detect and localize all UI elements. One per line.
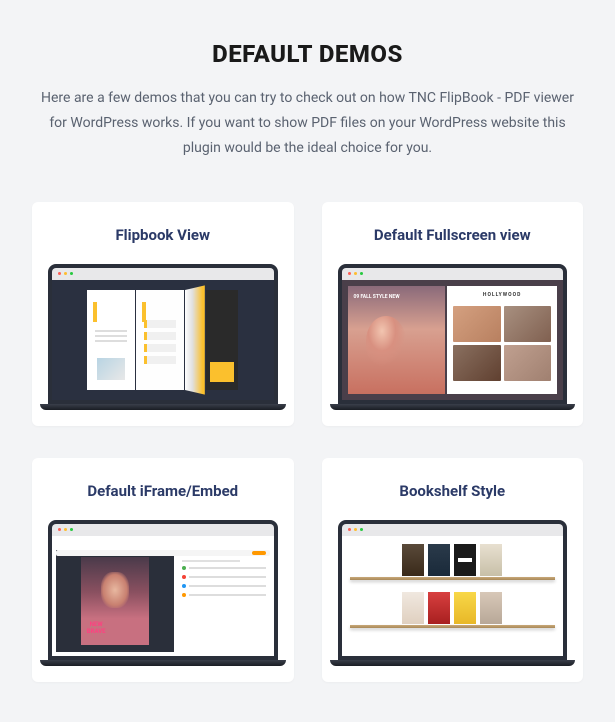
flipbook-left-page (87, 290, 135, 390)
address-bar (56, 550, 270, 556)
demo-card-bookshelf[interactable]: Bookshelf Style (322, 458, 584, 682)
book-item (402, 544, 424, 576)
flipbook-back-page (206, 290, 238, 390)
bookshelf-row (354, 592, 552, 624)
laptop-base (330, 660, 576, 666)
screen-content: 09 FALL STYLE NEW HOLLYWOOD (342, 280, 564, 400)
book-item (428, 544, 450, 576)
browser-chrome (342, 268, 564, 280)
screen-content: NEW BRAVE (52, 536, 274, 656)
traffic-light-max-icon (360, 272, 363, 275)
traffic-light-max-icon (70, 272, 73, 275)
bookshelf-row (354, 544, 552, 576)
laptop-screen (338, 520, 568, 660)
traffic-light-min-icon (64, 528, 67, 531)
magazine-right-page: HOLLYWOOD (447, 286, 557, 394)
demo-card-title: Default iFrame/Embed (48, 482, 278, 500)
traffic-light-min-icon (354, 272, 357, 275)
demo-card-flipbook[interactable]: Flipbook View (32, 202, 294, 426)
screen-content (52, 280, 274, 400)
embed-viewer: NEW BRAVE (56, 550, 174, 652)
demo-card-title: Default Fullscreen view (338, 226, 568, 244)
book-item (480, 544, 502, 576)
traffic-light-min-icon (354, 528, 357, 531)
traffic-light-max-icon (70, 528, 73, 531)
traffic-light-max-icon (360, 528, 363, 531)
shelf-plank (350, 625, 556, 628)
magazine-badge: 09 FALL STYLE NEW (354, 294, 400, 300)
book-item (428, 592, 450, 624)
browser-chrome (342, 524, 564, 536)
flipbook-page-curl (185, 285, 205, 394)
laptop-mockup (338, 520, 568, 666)
traffic-light-close-icon (58, 528, 61, 531)
laptop-screen (48, 264, 278, 404)
demo-card-iframe[interactable]: Default iFrame/Embed NEW BRAVE (32, 458, 294, 682)
traffic-light-close-icon (348, 528, 351, 531)
browser-chrome (52, 524, 274, 536)
magazine-title: HOLLYWOOD (453, 292, 551, 298)
book-item (480, 592, 502, 624)
embed-sidebar (178, 550, 270, 652)
demo-card-title: Flipbook View (48, 226, 278, 244)
flipbook-right-page (136, 290, 184, 390)
section-subtitle: Here are a few demos that you can try to… (38, 86, 578, 162)
laptop-mockup (48, 264, 278, 410)
embed-cover: NEW BRAVE (81, 557, 149, 645)
magazine-left-page: 09 FALL STYLE NEW (348, 286, 446, 394)
traffic-light-min-icon (64, 272, 67, 275)
laptop-screen: 09 FALL STYLE NEW HOLLYWOOD (338, 264, 568, 404)
book-item (454, 592, 476, 624)
demo-grid: Flipbook View (32, 202, 583, 682)
book-item (454, 544, 476, 576)
laptop-base (330, 404, 576, 410)
demo-card-fullscreen[interactable]: Default Fullscreen view 09 FALL STYLE NE… (322, 202, 584, 426)
embed-cover-text: NEW BRAVE (87, 621, 106, 635)
laptop-base (40, 404, 286, 410)
browser-chrome (52, 268, 274, 280)
laptop-base (40, 660, 286, 666)
traffic-light-close-icon (348, 272, 351, 275)
section-heading: DEFAULT DEMOS (32, 40, 583, 68)
laptop-mockup: NEW BRAVE (48, 520, 278, 666)
book-item (402, 592, 424, 624)
traffic-light-close-icon (58, 272, 61, 275)
shelf-plank (350, 577, 556, 580)
laptop-mockup: 09 FALL STYLE NEW HOLLYWOOD (338, 264, 568, 410)
demo-card-title: Bookshelf Style (338, 482, 568, 500)
laptop-screen: NEW BRAVE (48, 520, 278, 660)
screen-content (342, 536, 564, 656)
